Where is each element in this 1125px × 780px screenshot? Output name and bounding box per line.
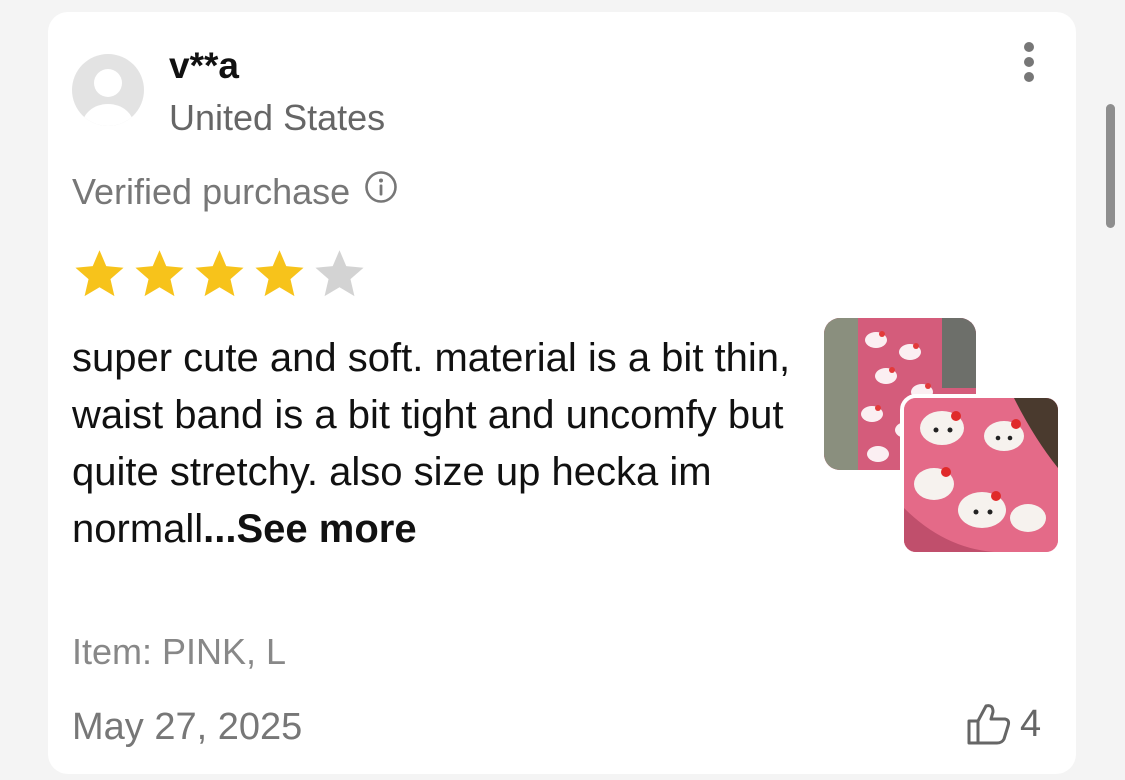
info-icon[interactable] [364, 168, 398, 216]
star-rating [71, 246, 368, 302]
item-variant: Item: PINK, L [72, 631, 287, 672]
review-body: super cute and soft. material is a bit t… [72, 336, 791, 551]
helpful-button[interactable]: 4 [966, 702, 1041, 746]
verified-purchase-label: Verified purchase [72, 171, 351, 212]
star-filled-icon [255, 250, 304, 297]
review-card: v**a United States Verified purchase sup… [48, 12, 1076, 774]
verified-purchase-badge: Verified purchase [72, 168, 398, 216]
user-avatar [72, 54, 144, 126]
review-photo-2[interactable] [900, 394, 1062, 556]
thumbs-up-icon [967, 704, 1011, 745]
star-filled-icon [75, 250, 124, 297]
review-date: May 27, 2025 [72, 706, 303, 748]
star-filled-icon [195, 250, 244, 297]
star-filled-icon [135, 250, 184, 297]
see-more-link[interactable]: ...See more [203, 507, 416, 551]
helpful-count: 4 [1020, 702, 1042, 745]
reviewer-name: v**a [169, 45, 239, 86]
review-text: super cute and soft. material is a bit t… [72, 330, 832, 558]
more-options-icon[interactable] [1014, 40, 1046, 84]
star-empty-icon [315, 250, 364, 297]
scrollbar[interactable] [1106, 104, 1115, 228]
reviewer-country: United States [169, 97, 386, 138]
